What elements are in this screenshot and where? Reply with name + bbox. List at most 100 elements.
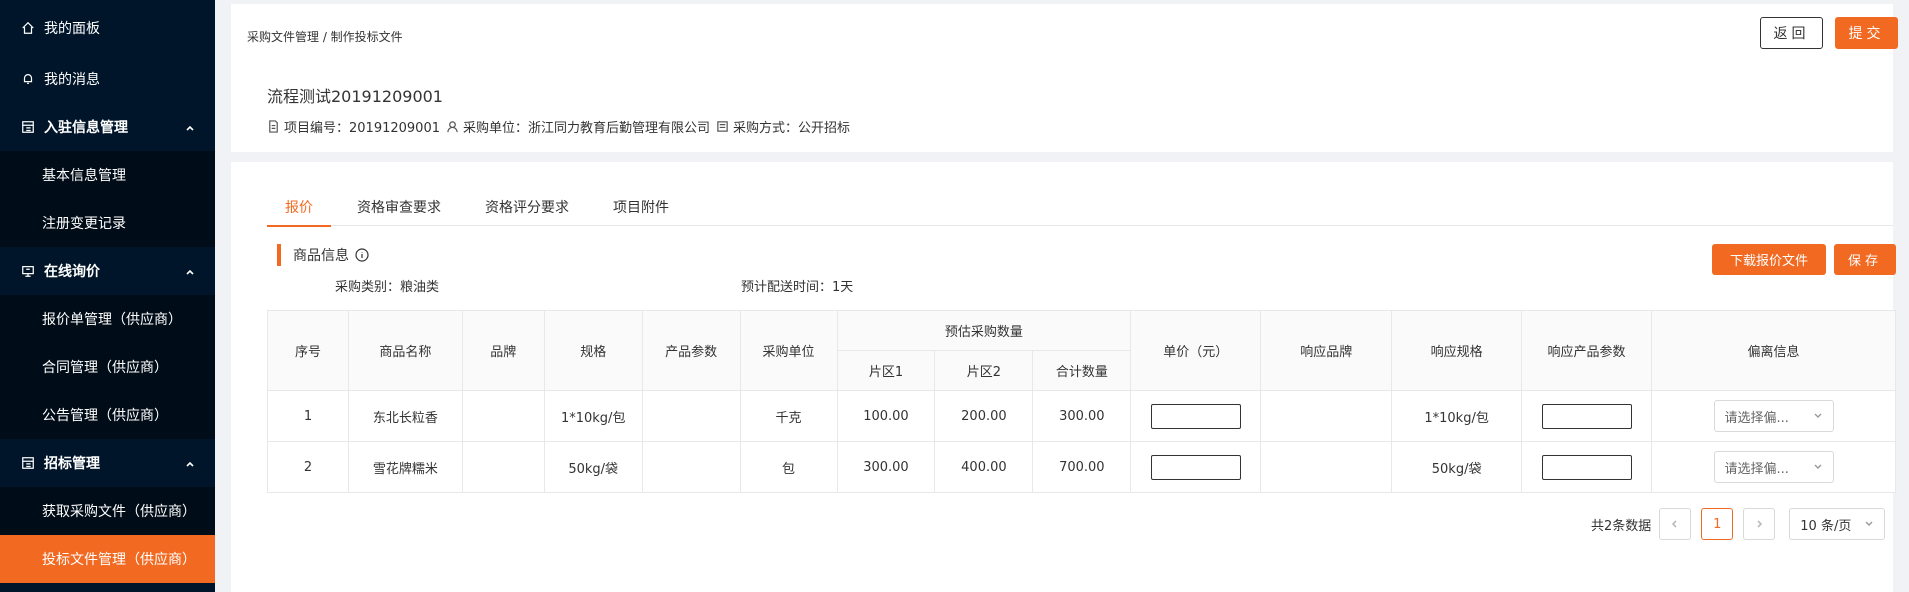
pagination: 共2条数据 1 10 条/页 [1591, 508, 1886, 540]
project-header: 采购文件管理 / 制作投标文件 返回 提交 流程测试20191209001 项目… [231, 4, 1898, 152]
submenu-bidding: 获取采购文件（供应商） 投标文件管理（供应商） [0, 487, 215, 583]
col-brand: 品牌 [461, 310, 545, 391]
deviation-select[interactable]: 请选择偏... [1713, 451, 1834, 483]
form-icon [20, 119, 36, 135]
list-icon [717, 121, 728, 132]
cell-unit: 包 [739, 441, 838, 493]
prev-page-button[interactable] [1659, 508, 1692, 540]
col-unit: 采购单位 [739, 310, 838, 391]
project-no-text: 项目编号：20191209001 [284, 121, 440, 136]
cell-resp-brand [1260, 390, 1393, 442]
sidebar-item-label: 合同管理（供应商） [42, 360, 168, 376]
page-title: 流程测试20191209001 [267, 87, 443, 106]
sidebar-item-label: 获取采购文件（供应商） [42, 504, 196, 520]
monitor-icon [20, 263, 36, 279]
user-icon [447, 121, 458, 133]
cell-deviation: 请选择偏... [1651, 441, 1896, 493]
col-name: 商品名称 [347, 310, 463, 391]
back-button[interactable]: 返回 [1760, 17, 1823, 49]
resp-params-input[interactable] [1541, 454, 1632, 480]
sidebar-item-get-docs[interactable]: 获取采购文件（供应商） [0, 487, 215, 535]
cell-total: 700.00 [1032, 441, 1132, 493]
menu-group-settle[interactable]: 入驻信息管理 [0, 103, 215, 151]
menu-dashboard[interactable]: 我的面板 [0, 0, 215, 55]
tab-qualification-review[interactable]: 资格审查要求 [339, 190, 459, 226]
menu-group-bidding[interactable]: 招标管理 [0, 439, 215, 487]
menu-group-label: 招标管理 [44, 456, 100, 472]
sidebar-item-contract[interactable]: 合同管理（供应商） [0, 343, 215, 391]
next-page-button[interactable] [1743, 508, 1776, 540]
col-resp-brand: 响应品牌 [1260, 310, 1393, 391]
chevron-up-icon [185, 457, 197, 469]
cell-seq: 2 [267, 441, 349, 493]
cell-resp-brand [1260, 441, 1393, 493]
tab-qualification-score[interactable]: 资格评分要求 [467, 190, 587, 226]
cell-params [641, 390, 741, 442]
delivery-time: 预计配送时间：1天 [741, 280, 854, 295]
sidebar-item-label: 公告管理（供应商） [42, 408, 168, 424]
chevron-right-icon [1757, 520, 1763, 528]
chevron-left-icon [1672, 520, 1677, 528]
cell-brand [461, 390, 545, 442]
sidebar-item-label: 注册变更记录 [42, 216, 126, 232]
price-input[interactable] [1150, 454, 1241, 480]
menu-group-label: 在线询价 [44, 264, 100, 280]
main-content: 采购文件管理 / 制作投标文件 返回 提交 流程测试20191209001 项目… [215, 0, 1909, 592]
submit-button[interactable]: 提交 [1835, 17, 1898, 49]
cell-zone2: 200.00 [934, 390, 1034, 442]
cell-total: 300.00 [1032, 390, 1132, 442]
purchase-method-text: 采购方式：公开招标 [733, 121, 851, 136]
submenu-settle: 基本信息管理 注册变更记录 [0, 151, 215, 247]
menu-group-inquiry[interactable]: 在线询价 [0, 247, 215, 295]
cell-price [1130, 441, 1262, 493]
content-card: 报价 资格审查要求 资格评分要求 项目附件 商品信息 下载报价文件 保存 采购类… [231, 162, 1896, 592]
cell-zone1: 100.00 [836, 390, 936, 442]
col-zone1: 片区1 [836, 350, 936, 391]
sidebar-item-bid-docs[interactable]: 投标文件管理（供应商） [0, 535, 215, 583]
bell-icon [20, 71, 36, 87]
col-est-qty: 预估采购数量 [836, 310, 1132, 351]
col-spec: 规格 [543, 310, 643, 391]
info-icon[interactable] [355, 248, 369, 262]
cell-seq: 1 [267, 390, 349, 442]
sidebar-item-quote[interactable]: 报价单管理（供应商） [0, 295, 215, 343]
sidebar-item-basic-info[interactable]: 基本信息管理 [0, 151, 215, 199]
save-button[interactable]: 保存 [1834, 244, 1896, 275]
deviation-select-placeholder: 请选择偏... [1724, 410, 1789, 426]
sidebar-item-change-record[interactable]: 注册变更记录 [0, 199, 215, 247]
page-size-value: 10 条/页 [1800, 518, 1852, 534]
table-row: 1 东北长粒香 1*10kg/包 千克 100.00 200.00 300.00… [267, 390, 1896, 442]
deviation-select[interactable]: 请选择偏... [1713, 400, 1834, 432]
chevron-down-icon [1814, 464, 1821, 469]
col-zone2: 片区2 [934, 350, 1034, 391]
cell-name: 雪花牌糯米 [347, 441, 463, 493]
chevron-up-icon [185, 265, 197, 277]
tab-quote[interactable]: 报价 [267, 190, 331, 227]
submenu-inquiry: 报价单管理（供应商） 合同管理（供应商） 公告管理（供应商） [0, 295, 215, 439]
goods-table: 序号 商品名称 品牌 规格 产品参数 采购单位 预估采购数量 单价（元） 响应品… [267, 310, 1896, 493]
col-seq: 序号 [267, 310, 349, 391]
menu-messages-label: 我的消息 [44, 72, 100, 88]
section-title-text: 商品信息 [293, 248, 349, 264]
chevron-down-icon [1865, 521, 1873, 526]
price-input[interactable] [1150, 403, 1241, 429]
tab-bar: 报价 资格审查要求 资格评分要求 项目附件 [267, 190, 1893, 227]
chevron-up-icon [185, 121, 197, 133]
cell-brand [461, 441, 545, 493]
table-row: 2 雪花牌糯米 50kg/袋 包 300.00 400.00 700.00 50… [267, 441, 1896, 493]
page-size-select[interactable]: 10 条/页 [1789, 508, 1886, 540]
project-no: 项目编号：20191209001 [267, 117, 440, 136]
purchase-unit-text: 采购单位：浙江同力教育后勤管理有限公司 [462, 121, 710, 136]
home-icon [20, 20, 36, 36]
page-button-current[interactable]: 1 [1701, 508, 1734, 540]
sidebar-item-label: 报价单管理（供应商） [42, 312, 182, 328]
tab-attachments[interactable]: 项目附件 [595, 190, 687, 226]
sidebar-item-label: 投标文件管理（供应商） [42, 552, 196, 568]
menu-messages[interactable]: 我的消息 [0, 55, 215, 103]
cell-name: 东北长粒香 [347, 390, 463, 442]
sidebar-item-notice[interactable]: 公告管理（供应商） [0, 391, 215, 439]
resp-params-input[interactable] [1541, 403, 1632, 429]
download-quote-button[interactable]: 下载报价文件 [1712, 244, 1826, 275]
col-price: 单价（元） [1130, 310, 1262, 391]
col-params: 产品参数 [641, 310, 741, 391]
